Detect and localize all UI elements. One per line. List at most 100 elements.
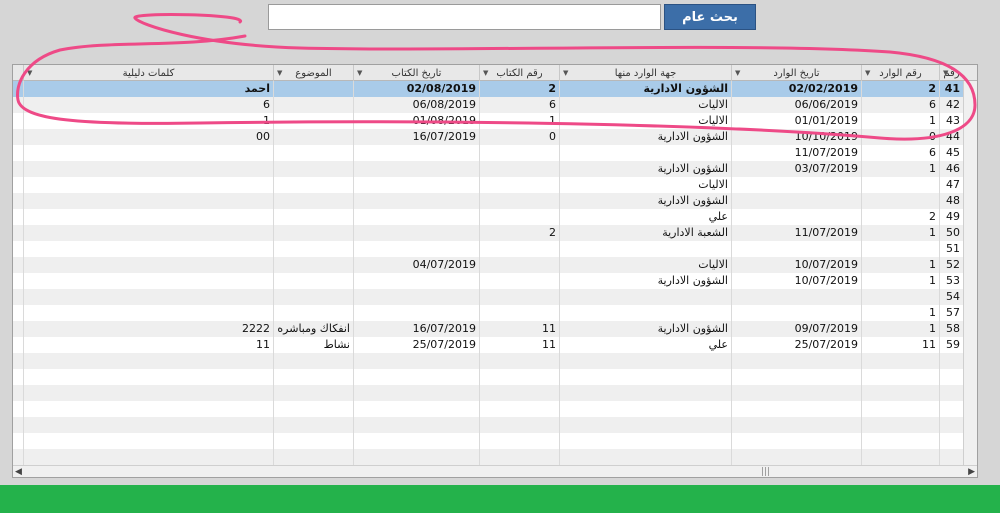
table-cell[interactable] — [273, 257, 353, 273]
table-cell[interactable] — [23, 177, 273, 193]
table-cell[interactable] — [23, 209, 273, 225]
table-cell[interactable]: 1 — [23, 113, 273, 129]
table-cell[interactable] — [23, 289, 273, 305]
table-cell[interactable]: نشاط — [273, 337, 353, 353]
table-cell[interactable]: 01/08/2019 — [353, 113, 479, 129]
table-cell[interactable] — [479, 305, 559, 321]
table-cell[interactable] — [353, 209, 479, 225]
table-cell[interactable]: 1 — [861, 257, 939, 273]
table-cell[interactable]: الاليات — [559, 177, 731, 193]
table-cell[interactable]: الشؤون الادارية — [559, 321, 731, 337]
column-header-5[interactable]: رقم الكتاب ▼ — [479, 65, 559, 81]
column-header-6[interactable]: تاريخ الكتاب ▼ — [353, 65, 479, 81]
table-cell[interactable] — [731, 289, 861, 305]
table-cell[interactable]: 46 — [939, 161, 963, 177]
table-cell[interactable] — [731, 241, 861, 257]
table-cell[interactable] — [273, 161, 353, 177]
table-cell[interactable]: 06/08/2019 — [353, 97, 479, 113]
table-cell[interactable]: الشعبة الادارية — [559, 225, 731, 241]
table-row[interactable]: 41 2 02/02/2019 الشؤون الادارية 2 02/08/2019 ا… — [13, 81, 963, 97]
table-row[interactable]: 50 1 11/07/2019 الشعبة الادارية 2 — [13, 225, 963, 241]
table-cell[interactable]: 2 — [479, 81, 559, 97]
table-cell[interactable]: 42 — [939, 97, 963, 113]
table-cell[interactable]: 11 — [479, 337, 559, 353]
table-cell[interactable]: 57 — [939, 305, 963, 321]
filter-dropdown-icon[interactable]: ▼ — [943, 65, 948, 81]
table-cell[interactable]: 11 — [23, 337, 273, 353]
table-cell[interactable]: 02/08/2019 — [353, 81, 479, 97]
scroll-left-arrow-icon[interactable]: ◀ — [15, 466, 22, 477]
table-cell[interactable] — [479, 273, 559, 289]
table-cell[interactable] — [273, 97, 353, 113]
table-cell[interactable]: 00 — [23, 129, 273, 145]
table-cell[interactable]: 52 — [939, 257, 963, 273]
table-row[interactable]: 46 1 03/07/2019 الشؤون الادارية — [13, 161, 963, 177]
table-cell[interactable] — [23, 193, 273, 209]
table-cell[interactable]: 1 — [861, 305, 939, 321]
table-cell[interactable] — [23, 161, 273, 177]
table-cell[interactable] — [479, 177, 559, 193]
table-cell[interactable] — [353, 177, 479, 193]
table-cell[interactable] — [273, 225, 353, 241]
table-cell[interactable] — [861, 193, 939, 209]
table-row[interactable]: 53 1 10/07/2019 الشؤون الادارية — [13, 273, 963, 289]
table-cell[interactable]: الشؤون الادارية — [559, 81, 731, 97]
table-cell[interactable]: 6 — [23, 97, 273, 113]
table-cell[interactable] — [273, 289, 353, 305]
table-cell[interactable]: الشؤون الادارية — [559, 273, 731, 289]
table-cell[interactable] — [861, 289, 939, 305]
table-cell[interactable] — [273, 193, 353, 209]
table-cell[interactable]: 54 — [939, 289, 963, 305]
table-cell[interactable]: 10/07/2019 — [731, 273, 861, 289]
table-cell[interactable] — [559, 305, 731, 321]
table-cell[interactable] — [861, 241, 939, 257]
table-cell[interactable] — [23, 241, 273, 257]
table-cell[interactable]: 50 — [939, 225, 963, 241]
table-row[interactable]: 43 1 01/01/2019 الاليات 1 01/08/2019 1 — [13, 113, 963, 129]
table-cell[interactable]: 6 — [861, 97, 939, 113]
table-cell[interactable]: 09/07/2019 — [731, 321, 861, 337]
table-cell[interactable]: 10/07/2019 — [731, 257, 861, 273]
table-cell[interactable] — [273, 145, 353, 161]
table-cell[interactable] — [273, 113, 353, 129]
table-cell[interactable]: علي — [559, 209, 731, 225]
column-header-8[interactable]: كلمات دليلية ▼ — [23, 65, 273, 81]
table-row[interactable]: 42 6 06/06/2019 الاليات 6 06/08/2019 6 — [13, 97, 963, 113]
table-cell[interactable]: الشؤون الادارية — [559, 161, 731, 177]
table-cell[interactable]: 1 — [479, 113, 559, 129]
filter-dropdown-icon[interactable]: ▼ — [27, 65, 32, 81]
table-cell[interactable] — [23, 145, 273, 161]
table-row[interactable]: 48 الشؤون الادارية — [13, 193, 963, 209]
table-cell[interactable]: 03/07/2019 — [731, 161, 861, 177]
table-cell[interactable]: 10/10/2019 — [731, 129, 861, 145]
table-cell[interactable]: 2 — [861, 81, 939, 97]
table-cell[interactable]: 51 — [939, 241, 963, 257]
table-cell[interactable] — [23, 225, 273, 241]
column-header-7[interactable]: الموضوع ▼ — [273, 65, 353, 81]
filter-dropdown-icon[interactable]: ▼ — [865, 65, 870, 81]
table-cell[interactable] — [353, 225, 479, 241]
table-cell[interactable] — [731, 177, 861, 193]
table-cell[interactable] — [559, 241, 731, 257]
table-cell[interactable]: 1 — [861, 161, 939, 177]
table-cell[interactable] — [479, 241, 559, 257]
table-cell[interactable] — [23, 273, 273, 289]
scroll-right-arrow-icon[interactable]: ▶ — [968, 466, 975, 477]
table-cell[interactable] — [479, 193, 559, 209]
table-row[interactable]: 54 — [13, 289, 963, 305]
table-cell[interactable]: 45 — [939, 145, 963, 161]
table-cell[interactable]: 1 — [861, 225, 939, 241]
table-cell[interactable] — [273, 81, 353, 97]
table-cell[interactable]: 53 — [939, 273, 963, 289]
table-row[interactable]: 44 0 10/10/2019 الشؤون الادارية 0 16/07/2019 0… — [13, 129, 963, 145]
table-cell[interactable]: 44 — [939, 129, 963, 145]
scroll-thumb[interactable]: ||| — [761, 466, 770, 477]
table-cell[interactable] — [273, 241, 353, 257]
table-cell[interactable] — [731, 209, 861, 225]
table-cell[interactable]: 2 — [479, 225, 559, 241]
filter-dropdown-icon[interactable]: ▼ — [277, 65, 282, 81]
table-cell[interactable]: 11 — [861, 337, 939, 353]
table-cell[interactable] — [731, 193, 861, 209]
table-row[interactable]: 47 الاليات — [13, 177, 963, 193]
table-cell[interactable] — [479, 257, 559, 273]
